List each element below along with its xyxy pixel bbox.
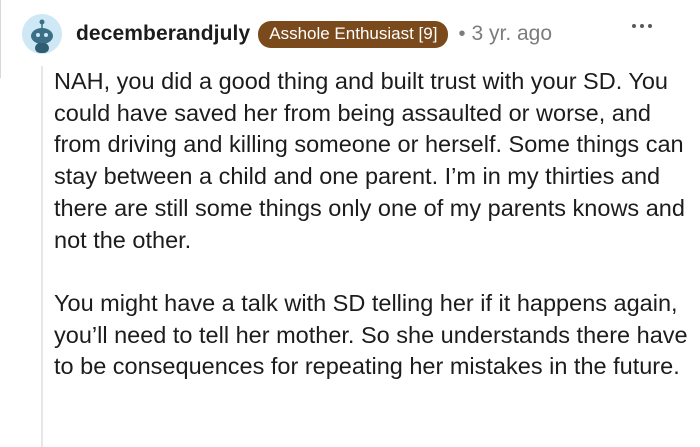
more-options-button[interactable] (632, 24, 652, 28)
more-options-dot (640, 24, 644, 28)
separator-dot: • (458, 22, 466, 45)
comment-paragraph: You might have a talk with SD telling he… (54, 289, 688, 380)
left-border (0, 0, 1, 78)
thread-line[interactable] (41, 66, 43, 447)
user-flair-badge: Asshole Enthusiast [9] (258, 20, 449, 48)
comment-header: decemberandjuly Asshole Enthusiast [9] •… (22, 12, 552, 56)
comment-body: NAH, you did a good thing and built trus… (54, 66, 694, 383)
snoo-avatar-icon (22, 14, 62, 54)
more-options-icon (632, 24, 636, 28)
more-options-dot (648, 24, 652, 28)
avatar[interactable] (22, 14, 62, 54)
comment-timestamp: 3 yr. ago (471, 22, 553, 45)
username-link[interactable]: decemberandjuly (76, 22, 250, 46)
comment-paragraph: NAH, you did a good thing and built trus… (54, 68, 685, 253)
